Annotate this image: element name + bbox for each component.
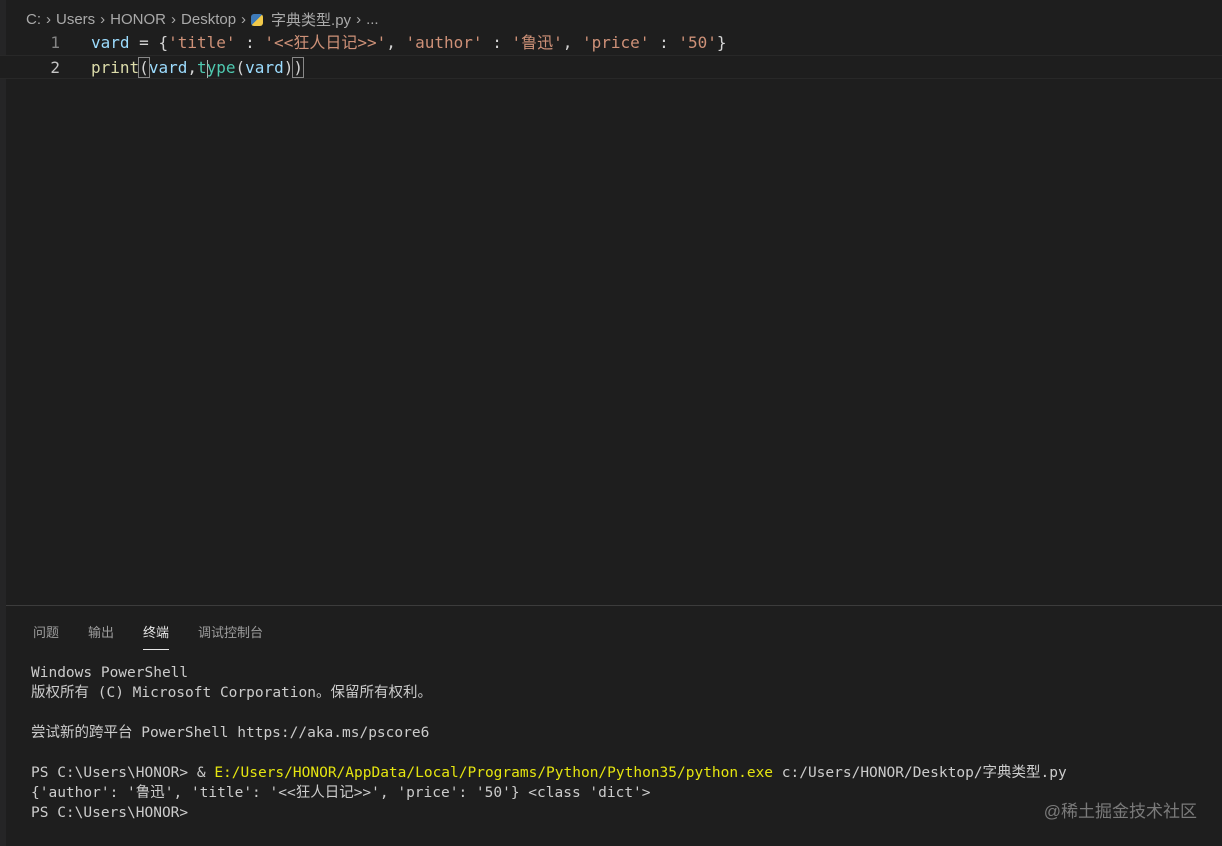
terminal-line: 版权所有 (C) Microsoft Corporation。保留所有权利。: [31, 685, 432, 701]
watermark: @稀土掘金技术社区: [1043, 802, 1197, 821]
terminal-line: Windows PowerShell: [31, 665, 189, 681]
terminal-line: 尝试新的跨平台 PowerShell https://aka.ms/pscore…: [31, 725, 430, 741]
chevron-right-icon: ›: [46, 11, 51, 28]
terminal-prompt: PS C:\Users\HONOR>: [31, 805, 189, 821]
code-editor[interactable]: 1 vard = {'title' : '<<狂人日记>>', 'author'…: [0, 31, 1222, 79]
breadcrumb-item[interactable]: Users: [56, 11, 95, 28]
code-text[interactable]: vard = {'title' : '<<狂人日记>>', 'author' :…: [91, 31, 727, 55]
tab-problems[interactable]: 问题: [33, 622, 59, 650]
breadcrumb-more[interactable]: ...: [366, 11, 379, 28]
code-line-current: 2 print(vard,type(vard)): [0, 55, 1222, 79]
chevron-right-icon: ›: [241, 11, 247, 28]
breadcrumb-file[interactable]: 字典类型.py: [271, 9, 351, 30]
breadcrumb-item[interactable]: C:: [26, 11, 41, 28]
chevron-right-icon: ›: [100, 11, 106, 28]
terminal-line: {'author': '鲁迅', 'title': '<<狂人日记>>', 'p…: [31, 785, 651, 801]
breadcrumb: C: › Users › HONOR › Desktop › 字典类型.py › ...: [26, 9, 379, 30]
chevron-right-icon: ›: [171, 11, 177, 28]
chevron-right-icon: ›: [356, 11, 362, 28]
panel-tabs: 问题 输出 终端 调试控制台: [33, 622, 263, 650]
terminal-output[interactable]: Windows PowerShell 版权所有 (C) Microsoft Cor…: [31, 663, 1067, 823]
breadcrumb-item[interactable]: Desktop: [181, 11, 236, 28]
line-number: 2: [50, 58, 60, 77]
terminal-command-line: PS C:\Users\HONOR> & E:/Users/HONOR/AppD…: [31, 765, 1067, 781]
bottom-panel: 问题 输出 终端 调试控制台 Windows PowerShell 版权所有 (C…: [6, 605, 1222, 846]
tab-output[interactable]: 输出: [88, 622, 114, 650]
code-line: 1 vard = {'title' : '<<狂人日记>>', 'author'…: [0, 31, 1222, 55]
code-text[interactable]: print(vard,type(vard)): [91, 56, 304, 78]
python-file-icon: [251, 13, 264, 26]
tab-terminal[interactable]: 终端: [143, 622, 170, 650]
tab-debug-console[interactable]: 调试控制台: [198, 622, 263, 650]
breadcrumb-item[interactable]: HONOR: [110, 11, 166, 28]
line-number: 1: [50, 33, 60, 52]
